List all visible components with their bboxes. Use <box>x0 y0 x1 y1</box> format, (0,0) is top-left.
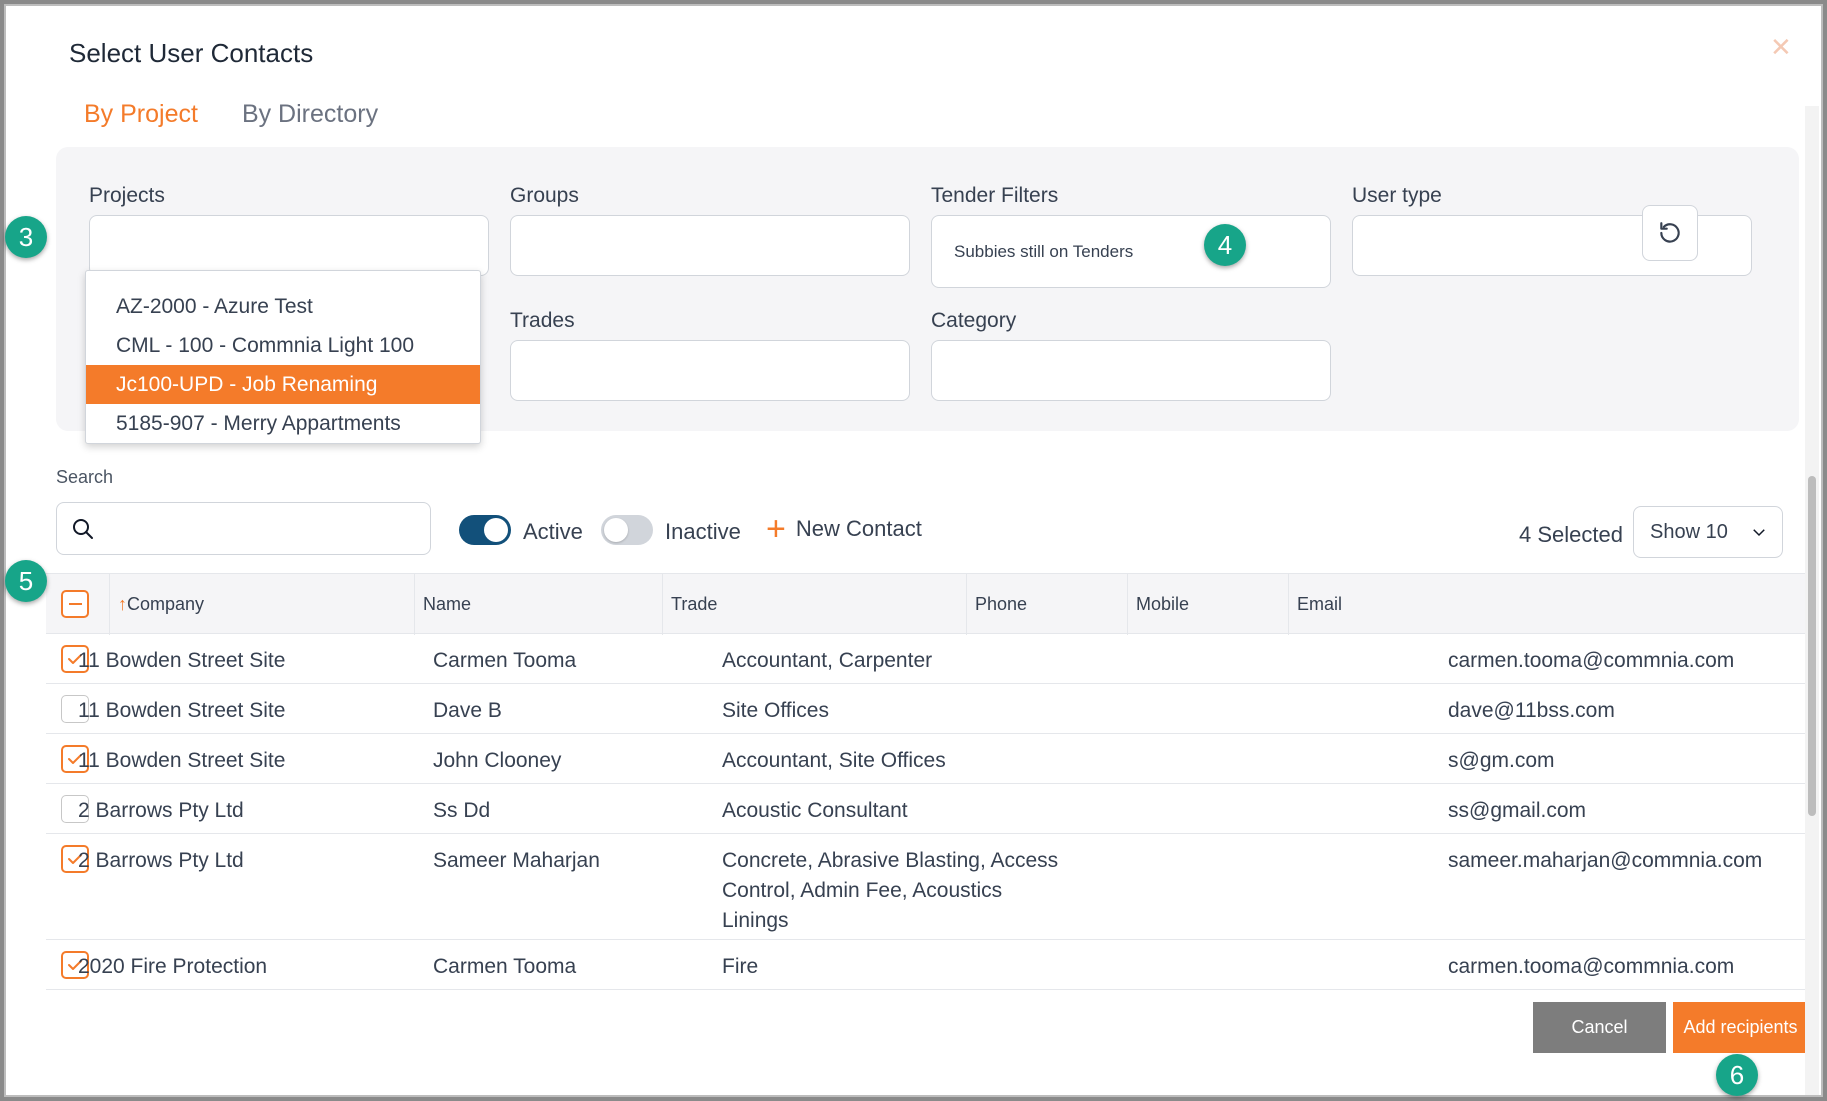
cell-trade: Site Offices <box>722 696 829 726</box>
cell-trade: Fire <box>722 952 758 982</box>
tender-filters-select[interactable]: Subbies still on Tenders <box>931 215 1331 288</box>
cell-company: 11 Bowden Street Site <box>78 649 286 672</box>
table-row[interactable]: 2 Barrows Pty Ltd Sameer Maharjan Concrete… <box>46 834 1806 940</box>
inactive-toggle[interactable] <box>601 515 653 545</box>
cell-email: ss@gmail.com <box>1448 799 1587 822</box>
table-row[interactable]: 11 Bowden Street Site Dave B Site Offices d… <box>46 684 1806 734</box>
scrollbar-thumb[interactable] <box>1808 476 1816 816</box>
trade-line: Linings <box>722 909 789 932</box>
table-row[interactable]: 11 Bowden Street Site John Clooney Account… <box>46 734 1806 784</box>
trades-select[interactable] <box>510 340 910 401</box>
active-toggle-label: Active <box>523 519 583 544</box>
scrollbar[interactable] <box>1805 106 1819 1095</box>
groups-select[interactable] <box>510 215 910 276</box>
tab-by-project[interactable]: By Project <box>62 94 220 154</box>
new-contact-button[interactable]: + New Contact <box>766 510 922 548</box>
sort-ascending-icon: ↑ <box>118 594 127 614</box>
add-recipients-button[interactable]: Add recipients <box>1673 1002 1808 1053</box>
dialog-title: Select User Contacts <box>69 38 314 68</box>
trade-line: Control, Admin Fee, Acoustics <box>722 879 1003 902</box>
minus-icon <box>69 603 82 605</box>
cell-name: John Clooney <box>433 749 562 772</box>
active-toggle[interactable] <box>459 515 511 545</box>
trade-line: Concrete, Abrasive Blasting, Access <box>722 849 1059 872</box>
tab-by-directory[interactable]: By Directory <box>220 94 400 154</box>
page-size-select[interactable]: Show 10 <box>1633 506 1783 558</box>
new-contact-label: New Contact <box>795 516 922 541</box>
cell-email: carmen.tooma@commnia.com <box>1448 955 1735 978</box>
cell-email: dave@11bss.com <box>1448 699 1615 722</box>
table-row[interactable]: 2020 Fire Protection Carmen Tooma Fire carm… <box>46 940 1806 990</box>
search-box <box>56 502 431 555</box>
cell-company: 2 Barrows Pty Ltd <box>78 849 244 872</box>
selected-count: 4 Selected <box>1519 522 1623 547</box>
cell-name: Carmen Tooma <box>433 955 577 978</box>
cell-name: Carmen Tooma <box>433 649 577 672</box>
projects-dropdown: AZ-2000 - Azure Test CML - 100 - Commnia… <box>85 270 481 444</box>
project-option[interactable]: CML - 100 - Commnia Light 100 <box>86 326 480 365</box>
select-all-checkbox[interactable] <box>61 590 89 618</box>
plus-icon: + <box>766 510 786 548</box>
search-icon <box>73 519 93 539</box>
project-option-selected[interactable]: Jc100-UPD - Job Renaming <box>86 365 480 404</box>
trade-line: Fire <box>722 955 759 978</box>
cell-trade: Concrete, Abrasive Blasting, Access Contr… <box>722 846 1058 936</box>
column-header-mobile[interactable]: Mobile <box>1127 574 1288 635</box>
tender-filters-value: Subbies still on Tenders <box>954 242 1134 261</box>
table-row[interactable]: 11 Bowden Street Site Carmen Tooma Account… <box>46 634 1806 684</box>
tab-bar: By Project By Directory <box>62 94 400 154</box>
trade-line: Site Offices <box>722 699 829 722</box>
cell-company: 11 Bowden Street Site <box>78 699 286 722</box>
cell-email: carmen.tooma@commnia.com <box>1448 649 1735 672</box>
cell-company: 2020 Fire Protection <box>78 955 268 978</box>
step-badge: 6 <box>1716 1054 1758 1096</box>
cell-trade: Accountant, Carpenter <box>722 646 932 676</box>
column-header-company[interactable]: ↑Company <box>109 574 414 635</box>
toggle-knob <box>604 518 628 542</box>
cell-trade: Acoustic Consultant <box>722 796 908 826</box>
category-select[interactable] <box>931 340 1331 401</box>
groups-label: Groups <box>510 184 579 207</box>
column-header-phone[interactable]: Phone <box>966 574 1127 635</box>
search-label: Search <box>56 467 114 487</box>
trade-line: Accountant, Carpenter <box>722 649 933 672</box>
project-option[interactable]: AZ-2000 - Azure Test <box>86 287 480 326</box>
cell-company: 11 Bowden Street Site <box>78 749 286 772</box>
user-type-label: User type <box>1352 184 1442 207</box>
trade-line: Accountant, Site Offices <box>722 749 946 772</box>
column-header-name[interactable]: Name <box>414 574 662 635</box>
column-header-email[interactable]: Email <box>1288 574 1806 635</box>
step-badge: 4 <box>1204 224 1246 266</box>
column-header-trade[interactable]: Trade <box>662 574 966 635</box>
projects-label: Projects <box>89 184 165 207</box>
project-option[interactable]: 5185-907 - Merry Appartments <box>86 404 480 443</box>
column-label: Company <box>127 594 205 614</box>
step-badge: 3 <box>5 216 47 258</box>
cell-email: s@gm.com <box>1448 749 1555 772</box>
cell-name: Ss Dd <box>433 799 491 822</box>
cell-trade: Accountant, Site Offices <box>722 746 946 776</box>
reset-icon <box>1660 222 1680 243</box>
chevron-down-icon <box>1753 529 1765 537</box>
cell-name: Sameer Maharjan <box>433 849 600 872</box>
table-header: ↑Company Name Trade Phone Mobile Email <box>46 573 1806 635</box>
cancel-button[interactable]: Cancel <box>1533 1002 1666 1053</box>
cell-company: 2 Barrows Pty Ltd <box>78 799 244 822</box>
tender-filters-label: Tender Filters <box>931 184 1059 207</box>
trades-label: Trades <box>510 309 575 332</box>
page-size-value: Show 10 <box>1650 521 1728 543</box>
reset-filters-button[interactable] <box>1642 205 1698 261</box>
inactive-toggle-label: Inactive <box>665 519 741 544</box>
search-input[interactable] <box>107 513 417 545</box>
step-badge: 5 <box>5 560 47 602</box>
projects-select[interactable] <box>89 215 489 276</box>
trade-line: Acoustic Consultant <box>722 799 908 822</box>
cell-email: sameer.maharjan@commnia.com <box>1448 849 1763 872</box>
category-label: Category <box>931 309 1017 332</box>
table-row[interactable]: 2 Barrows Pty Ltd Ss Dd Acoustic Consultan… <box>46 784 1806 834</box>
close-icon[interactable]: ✕ <box>1770 32 1792 63</box>
select-user-contacts-dialog: Select User Contacts ✕ By Project By Dir… <box>4 4 1823 1097</box>
cell-name: Dave B <box>433 699 502 722</box>
toggle-knob <box>484 518 508 542</box>
